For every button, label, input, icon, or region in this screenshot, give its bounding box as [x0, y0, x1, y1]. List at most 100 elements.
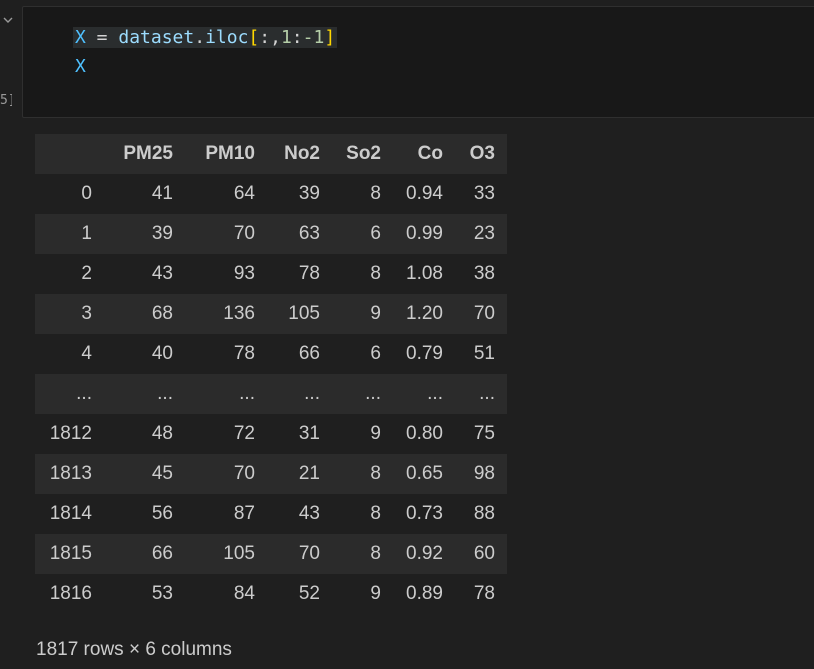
table-cell: 48 — [151, 423, 173, 444]
table-cell: 0.89 — [406, 583, 443, 604]
row-index: 1812 — [49, 423, 92, 444]
table-row: 2 43 93 78 8 1.08 38 — [35, 254, 507, 294]
code-token-object: dataset — [118, 27, 195, 48]
table-cell: 9 — [370, 423, 381, 444]
table-row: 1812 48 72 31 9 0.80 75 — [35, 414, 507, 454]
table-cell: 38 — [473, 263, 495, 284]
table-cell: 8 — [370, 263, 381, 284]
table-cell: 0.65 — [406, 463, 443, 484]
table-cell: 0.99 — [406, 223, 443, 244]
column-header: PM25 — [123, 143, 173, 164]
table-cell: 8 — [370, 503, 381, 524]
table-cell: 39 — [151, 223, 173, 244]
table-cell: ... — [479, 383, 495, 404]
column-header: Co — [417, 143, 443, 164]
table-row: 1 39 70 63 6 0.99 23 — [35, 214, 507, 254]
table-cell: 105 — [288, 303, 320, 324]
code-token-number: 1 — [280, 27, 292, 48]
execution-count: 5] — [0, 93, 12, 108]
table-cell: 87 — [233, 503, 255, 524]
table-cell: 41 — [151, 183, 173, 204]
code-token-operator: = — [85, 27, 119, 48]
table-cell: 23 — [473, 223, 495, 244]
table-cell: 6 — [370, 343, 381, 364]
table-cell: 78 — [473, 583, 495, 604]
table-cell: 21 — [298, 463, 320, 484]
table-row: 1813 45 70 21 8 0.65 98 — [35, 454, 507, 494]
table-cell: 9 — [370, 303, 381, 324]
table-cell: 60 — [473, 543, 495, 564]
code-line-2[interactable]: X — [75, 56, 86, 77]
table-cell: 98 — [473, 463, 495, 484]
code-token-attribute: iloc — [205, 27, 249, 48]
table-row: 4 40 78 66 6 0.79 51 — [35, 334, 507, 374]
table-row-ellipsis: ... ... ... ... ... ... ... — [35, 374, 507, 414]
table-cell: 93 — [233, 263, 255, 284]
table-cell: 0.94 — [406, 183, 443, 204]
code-line-1[interactable]: X = dataset.iloc[:,1:-1] — [73, 27, 338, 48]
table-cell: 1.08 — [406, 263, 443, 284]
chevron-down-icon[interactable] — [2, 14, 14, 26]
table-cell: 1.20 — [406, 303, 443, 324]
table-cell: 78 — [298, 263, 320, 284]
table-cell: 43 — [151, 263, 173, 284]
cell-output: PM25 PM10 No2 So2 Co O3 0 41 64 39 8 0.9… — [35, 134, 507, 614]
code-cell-editor[interactable]: X = dataset.iloc[:,1:-1] X — [22, 6, 814, 118]
column-header: O3 — [469, 143, 495, 164]
column-header: So2 — [346, 143, 381, 164]
table-cell: 6 — [370, 223, 381, 244]
table-cell: 66 — [151, 543, 173, 564]
row-index: 0 — [81, 183, 92, 204]
index-header — [35, 134, 92, 174]
table-cell: ... — [239, 383, 255, 404]
column-header: No2 — [284, 143, 320, 164]
row-index: 3 — [81, 303, 92, 324]
table-cell: 78 — [233, 343, 255, 364]
table-cell: 0.92 — [406, 543, 443, 564]
table-row: 1814 56 87 43 8 0.73 88 — [35, 494, 507, 534]
code-token-dot: . — [194, 27, 206, 48]
table-cell: 51 — [473, 343, 495, 364]
code-token-close-bracket: ] — [324, 27, 336, 48]
table-cell: 53 — [151, 583, 173, 604]
code-token-variable: X — [75, 56, 86, 77]
table-cell: 72 — [233, 423, 255, 444]
table-cell: 40 — [151, 343, 173, 364]
code-token-number: -1 — [302, 27, 325, 48]
row-index: 1813 — [49, 463, 92, 484]
table-cell: 8 — [370, 543, 381, 564]
table-cell: 66 — [298, 343, 320, 364]
row-index: 1 — [81, 223, 92, 244]
table-cell: 9 — [370, 583, 381, 604]
table-header-row: PM25 PM10 No2 So2 Co O3 — [35, 134, 507, 174]
table-cell: ... — [157, 383, 173, 404]
table-cell: 31 — [298, 423, 320, 444]
table-cell: 84 — [233, 583, 255, 604]
table-row: 1815 66 105 70 8 0.92 60 — [35, 534, 507, 574]
table-row: 1816 53 84 52 9 0.89 78 — [35, 574, 507, 614]
row-index: 1816 — [49, 583, 92, 604]
table-cell: 136 — [223, 303, 255, 324]
table-cell: 70 — [233, 463, 255, 484]
table-cell: 52 — [298, 583, 320, 604]
table-cell: ... — [427, 383, 443, 404]
table-cell: ... — [304, 383, 320, 404]
table-cell: 75 — [473, 423, 495, 444]
row-index: 1814 — [49, 503, 92, 524]
table-cell: 8 — [370, 463, 381, 484]
table-cell: 63 — [298, 223, 320, 244]
table-cell: 33 — [473, 183, 495, 204]
table-cell: 105 — [223, 543, 255, 564]
table-row: 3 68 136 105 9 1.20 70 — [35, 294, 507, 334]
code-token-slice: :, — [259, 27, 281, 48]
table-cell: 68 — [151, 303, 173, 324]
code-token-open-bracket: [ — [248, 27, 260, 48]
table-cell: 45 — [151, 463, 173, 484]
column-header: PM10 — [205, 143, 255, 164]
table-cell: 88 — [473, 503, 495, 524]
table-cell: 43 — [298, 503, 320, 524]
table-cell: 0.80 — [406, 423, 443, 444]
dataframe-shape-text: 1817 rows × 6 columns — [36, 639, 232, 660]
table-cell: 70 — [298, 543, 320, 564]
dataframe-table: PM25 PM10 No2 So2 Co O3 0 41 64 39 8 0.9… — [35, 134, 507, 614]
